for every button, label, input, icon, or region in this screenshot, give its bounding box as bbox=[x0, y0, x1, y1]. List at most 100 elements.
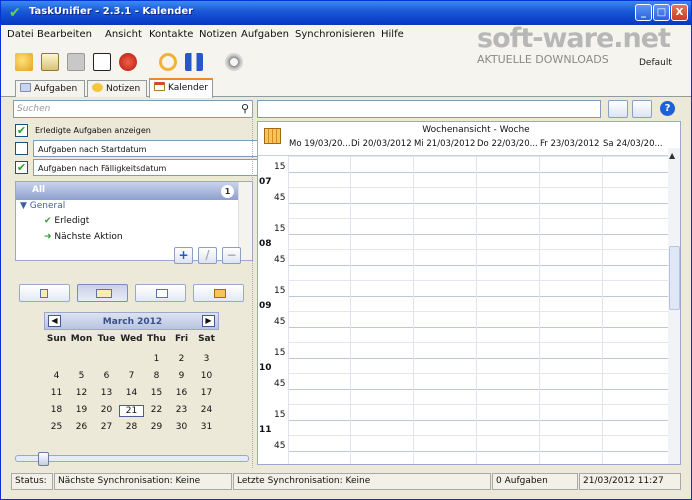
add-task-icon[interactable] bbox=[15, 53, 33, 71]
calendar-day[interactable]: 10 bbox=[194, 371, 219, 381]
calendar-day[interactable]: 20 bbox=[94, 405, 119, 415]
edit-icon[interactable] bbox=[93, 53, 111, 71]
list-view-button[interactable] bbox=[135, 284, 186, 302]
calendar-day[interactable]: 1 bbox=[144, 354, 169, 364]
calendar-day[interactable]: 11 bbox=[44, 388, 69, 398]
menu-bearbeiten[interactable]: Bearbeiten bbox=[37, 29, 92, 40]
remove-category-button[interactable]: − bbox=[222, 247, 241, 264]
calendar-day[interactable]: 24 bbox=[194, 405, 219, 415]
help-icon[interactable]: ? bbox=[660, 101, 675, 116]
copy-icon[interactable] bbox=[67, 53, 85, 71]
calendar-day[interactable]: 23 bbox=[169, 405, 194, 415]
day-header[interactable]: Do 22/03/20... bbox=[477, 139, 540, 149]
tree-group-general[interactable]: ▼ General bbox=[20, 201, 65, 211]
week-search-input[interactable] bbox=[257, 100, 601, 118]
tree-group-label: General bbox=[29, 201, 66, 211]
splitter[interactable] bbox=[252, 100, 256, 468]
edit-category-button[interactable]: / bbox=[198, 247, 217, 264]
month-view-button[interactable] bbox=[193, 284, 244, 302]
by-due-field[interactable]: Aufgaben nach Fälligkeitsdatum bbox=[33, 159, 258, 176]
menu-kontakte[interactable]: Kontakte bbox=[149, 29, 193, 40]
tree-item-erledigt[interactable]: ✔ Erledigt bbox=[44, 216, 89, 226]
calendar-day[interactable]: 5 bbox=[69, 371, 94, 381]
calendar-day[interactable]: 21 bbox=[119, 405, 144, 417]
menu-ansicht[interactable]: Ansicht bbox=[105, 29, 142, 40]
show-completed-checkbox[interactable]: ✔ bbox=[15, 124, 28, 137]
zoom-slider-handle[interactable] bbox=[38, 452, 49, 466]
time-slot-line bbox=[288, 233, 668, 235]
calendar-day[interactable]: 13 bbox=[94, 388, 119, 398]
sync-icon[interactable] bbox=[159, 53, 177, 71]
calendar-day[interactable]: 28 bbox=[119, 422, 144, 432]
by-start-field[interactable]: Aufgaben nach Startdatum bbox=[33, 140, 258, 157]
edit-view-button[interactable] bbox=[632, 100, 652, 118]
menu-aufgaben[interactable]: Aufgaben bbox=[241, 29, 289, 40]
week-scrollbar[interactable]: ▲ bbox=[668, 148, 680, 464]
menu-hilfe[interactable]: Hilfe bbox=[381, 29, 404, 40]
add-note-icon[interactable] bbox=[41, 53, 59, 71]
calendar-day[interactable]: 12 bbox=[69, 388, 94, 398]
calendar-day[interactable]: 3 bbox=[194, 354, 219, 364]
menu-datei[interactable]: Datei bbox=[7, 29, 34, 40]
day-view-button[interactable] bbox=[19, 284, 70, 302]
calendar-day[interactable]: 29 bbox=[144, 422, 169, 432]
minute-label: 45 bbox=[274, 255, 286, 265]
tab-notizen[interactable]: Notizen bbox=[87, 80, 147, 97]
calendar-day[interactable]: 9 bbox=[169, 371, 194, 381]
brand-subtitle: AKTUELLE DOWNLOADS bbox=[477, 53, 609, 66]
day-header[interactable]: Fr 23/03/2012 bbox=[540, 139, 603, 149]
by-start-checkbox[interactable] bbox=[15, 142, 28, 155]
week-scrollbar-thumb[interactable] bbox=[669, 246, 680, 310]
tree-all-row[interactable]: All 1 bbox=[16, 182, 240, 200]
calendar-day[interactable]: 17 bbox=[194, 388, 219, 398]
time-slot-line bbox=[288, 326, 668, 328]
calendar-day[interactable]: 18 bbox=[44, 405, 69, 415]
search-input[interactable]: Suchen ⚲ bbox=[13, 100, 253, 118]
notes-view-button[interactable] bbox=[608, 100, 628, 118]
day-header[interactable]: Mi 21/03/2012 bbox=[414, 139, 477, 149]
calendar-day[interactable]: 2 bbox=[169, 354, 194, 364]
calendar-day[interactable]: 16 bbox=[169, 388, 194, 398]
day-header[interactable]: Mo 19/03/20... bbox=[289, 139, 352, 149]
calendar-day[interactable]: 26 bbox=[69, 422, 94, 432]
calendar-day[interactable]: 14 bbox=[119, 388, 144, 398]
settings-icon[interactable] bbox=[225, 53, 243, 71]
add-category-button[interactable]: + bbox=[174, 247, 193, 264]
day-header[interactable]: Di 20/03/2012 bbox=[351, 139, 414, 149]
profile-label[interactable]: Default bbox=[639, 58, 672, 68]
calendar-day[interactable]: 27 bbox=[94, 422, 119, 432]
week-view-button[interactable] bbox=[77, 284, 128, 302]
scroll-up-icon[interactable]: ▲ bbox=[669, 151, 675, 160]
calendar-day[interactable]: 15 bbox=[144, 388, 169, 398]
tree-item-naechste-aktion[interactable]: ➜ Nächste Aktion bbox=[44, 232, 123, 242]
calendar-day[interactable]: 8 bbox=[144, 371, 169, 381]
calendar-day[interactable]: 22 bbox=[144, 405, 169, 415]
day-header[interactable]: Sa 24/03/20... bbox=[603, 139, 666, 149]
calendar-day[interactable]: 4 bbox=[44, 371, 69, 381]
tab-aufgaben[interactable]: Aufgaben bbox=[15, 80, 85, 97]
time-slot-line bbox=[288, 264, 668, 266]
calendar-day[interactable]: 19 bbox=[69, 405, 94, 415]
zoom-slider[interactable] bbox=[15, 455, 249, 462]
delete-icon[interactable] bbox=[119, 53, 137, 71]
minimize-button[interactable]: _ bbox=[635, 4, 652, 21]
time-slot-line bbox=[288, 450, 668, 452]
tab-label: Kalender bbox=[168, 83, 208, 93]
tab-kalender[interactable]: Kalender bbox=[149, 78, 213, 98]
calendar-day[interactable]: 30 bbox=[169, 422, 194, 432]
title-bar[interactable]: ✔ TaskUnifier - 2.3.1 - Kalender _ □ X bbox=[1, 1, 691, 25]
next-month-button[interactable]: ▶ bbox=[202, 315, 215, 327]
weekday-label: Wed bbox=[120, 334, 143, 344]
search-icon[interactable]: ⚲ bbox=[241, 102, 249, 115]
by-due-checkbox[interactable]: ✔ bbox=[15, 161, 28, 174]
menu-synchronisieren[interactable]: Synchronisieren bbox=[295, 29, 375, 40]
calendar-day[interactable]: 6 bbox=[94, 371, 119, 381]
calendar-day[interactable]: 7 bbox=[119, 371, 144, 381]
menu-notizen[interactable]: Notizen bbox=[199, 29, 237, 40]
calendar-day[interactable]: 31 bbox=[194, 422, 219, 432]
time-slot-line bbox=[288, 404, 668, 405]
calendar-day[interactable]: 25 bbox=[44, 422, 69, 432]
pause-icon[interactable] bbox=[185, 53, 203, 71]
close-button[interactable]: X bbox=[671, 4, 688, 21]
maximize-button[interactable]: □ bbox=[653, 4, 670, 21]
